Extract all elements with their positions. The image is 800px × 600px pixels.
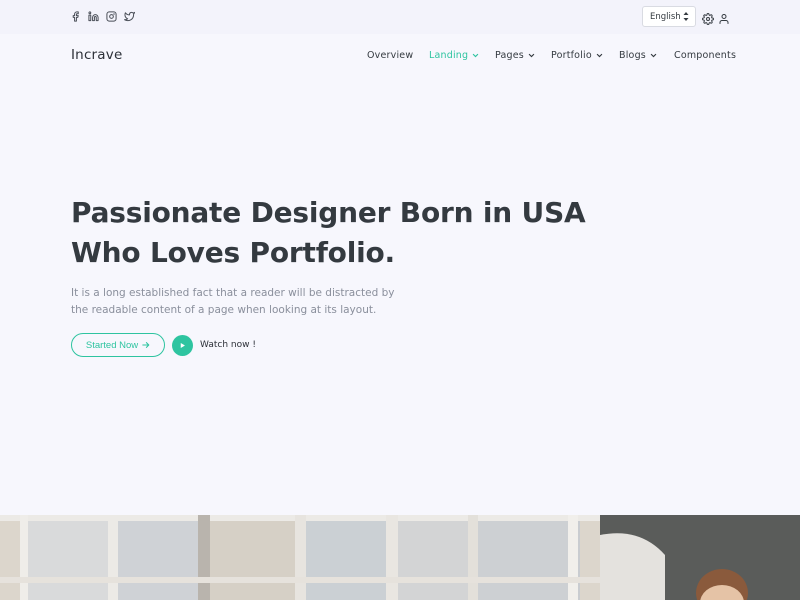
twitter-icon[interactable] bbox=[124, 10, 135, 22]
nav-item-components[interactable]: Components bbox=[674, 50, 736, 61]
arrow-right-icon bbox=[142, 342, 150, 348]
instagram-icon[interactable] bbox=[106, 10, 117, 22]
language-select[interactable]: English bbox=[642, 6, 696, 27]
nav-item-blogs[interactable]: Blogs bbox=[619, 50, 657, 61]
nav-item-label: Overview bbox=[367, 50, 414, 61]
nav-item-landing[interactable]: Landing bbox=[429, 50, 479, 61]
user-icon[interactable] bbox=[718, 10, 730, 24]
nav-item-pages[interactable]: Pages bbox=[495, 50, 535, 61]
chevron-down-icon bbox=[528, 53, 535, 58]
language-select-value: English bbox=[650, 11, 681, 22]
facebook-icon[interactable] bbox=[70, 10, 81, 22]
hero-title: Passionate Designer Born in USA Who Love… bbox=[71, 193, 586, 273]
gear-icon[interactable] bbox=[702, 10, 714, 25]
started-now-label: Started Now bbox=[85, 339, 139, 351]
chevron-down-icon bbox=[650, 53, 657, 58]
started-now-button[interactable]: Started Now bbox=[71, 333, 165, 357]
nav-item-label: Blogs bbox=[619, 50, 646, 61]
chevron-down-icon bbox=[472, 53, 479, 58]
social-links bbox=[70, 10, 135, 22]
watch-now-link[interactable]: Watch now ! bbox=[200, 340, 256, 350]
chevron-down-icon bbox=[596, 53, 603, 58]
play-video-button[interactable] bbox=[172, 335, 193, 356]
linkedin-icon[interactable] bbox=[88, 10, 99, 22]
top-bar: English bbox=[0, 0, 800, 34]
nav-item-label: Landing bbox=[429, 50, 469, 61]
nav-item-portfolio[interactable]: Portfolio bbox=[551, 50, 603, 61]
main-nav: Overview Landing Pages Portfolio Blogs C… bbox=[0, 50, 800, 64]
hero-description: It is a long established fact that a rea… bbox=[71, 287, 395, 316]
hero-title-line-2: Who Loves Portfolio. bbox=[71, 236, 395, 269]
hero-title-line-1: Passionate Designer Born in USA bbox=[71, 196, 586, 229]
office-photo bbox=[0, 515, 800, 600]
hero-image bbox=[0, 515, 800, 600]
nav-item-label: Components bbox=[674, 50, 737, 61]
select-arrows-icon bbox=[683, 12, 689, 21]
nav-item-label: Portfolio bbox=[551, 50, 592, 61]
play-icon bbox=[180, 343, 185, 348]
nav-item-label: Pages bbox=[495, 50, 524, 61]
nav-item-overview[interactable]: Overview bbox=[367, 50, 413, 61]
